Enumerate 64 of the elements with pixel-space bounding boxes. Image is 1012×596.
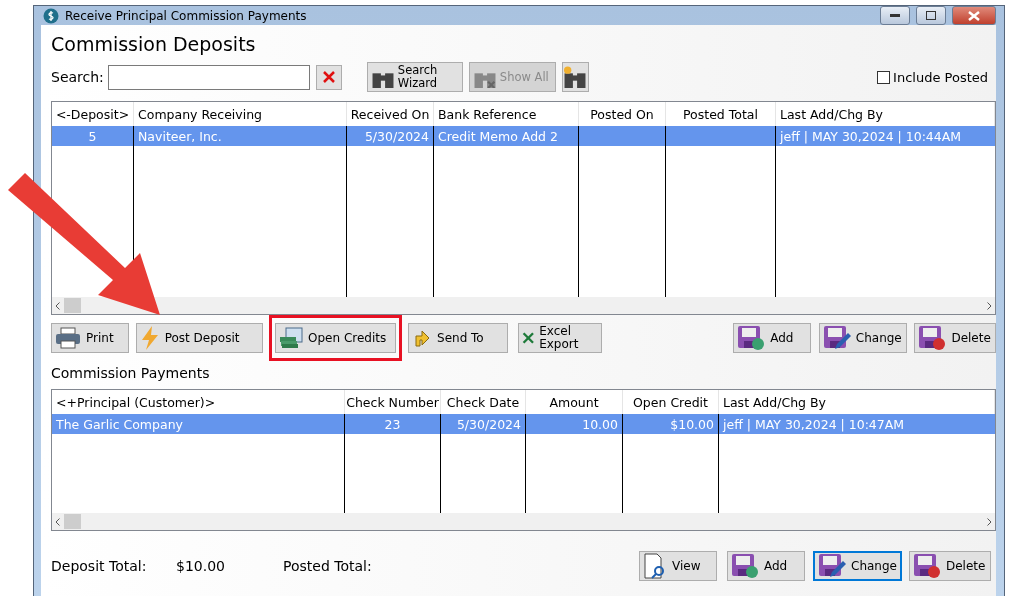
delete-button[interactable]: Delete [909, 551, 991, 581]
disk-delete-icon [913, 553, 941, 579]
checkbox-label: Include Posted [893, 69, 988, 85]
table-cell: 5/30/2024 [441, 414, 526, 434]
post-deposit-button[interactable]: Post Deposit [135, 323, 264, 353]
scroll-right-icon[interactable] [987, 517, 992, 526]
disk-pencil-icon [818, 553, 846, 579]
close-button[interactable] [952, 6, 996, 25]
table-cell: jeff | MAY 30,2024 | 10:44AM [776, 126, 995, 146]
change-button[interactable]: Change [813, 551, 902, 581]
add-button[interactable]: Add [733, 323, 811, 353]
table-cell: jeff | MAY 30,2024 | 10:47AM [719, 414, 995, 434]
close-icon [322, 71, 335, 83]
send-to-button[interactable]: Send To [408, 323, 508, 353]
minimize-button[interactable] [880, 6, 910, 25]
deposit-total-label: Deposit Total: [51, 558, 148, 574]
window-title: Receive Principal Commission Payments [65, 8, 308, 23]
binoculars-icon [563, 66, 586, 88]
disk-plus-icon [737, 325, 766, 351]
horizontal-scrollbar[interactable] [52, 513, 995, 530]
excel-export-button[interactable]: Excel Export [517, 323, 603, 353]
table-cell: The Garlic Company [52, 414, 345, 434]
deposit-total-value: $10.00 [176, 558, 226, 574]
print-button[interactable]: Print [51, 323, 129, 353]
dollar-coin-icon [43, 7, 59, 24]
scroll-thumb[interactable] [64, 298, 81, 313]
disk-pencil-icon [822, 325, 851, 351]
section-title: Commission Payments [51, 364, 211, 381]
close-icon [968, 10, 980, 21]
open-credits-button[interactable]: Open Credits [275, 323, 397, 353]
horizontal-scrollbar[interactable] [52, 297, 995, 314]
table-cell: Naviteer, Inc. [134, 126, 347, 146]
minimize-icon [890, 14, 900, 17]
view-button[interactable]: View [639, 551, 717, 581]
search-label: Search: [51, 69, 104, 85]
lightning-icon [139, 326, 160, 350]
section-title: Commission Deposits [51, 33, 257, 57]
maximize-button[interactable] [916, 6, 946, 25]
scroll-left-icon[interactable] [55, 517, 60, 526]
table-cell: 5/30/2024 [347, 126, 434, 146]
disk-plus-icon [731, 553, 759, 579]
table-cell: Credit Memo Add 2 [434, 126, 579, 146]
new-search-button[interactable] [561, 62, 589, 92]
include-posted-checkbox[interactable] [877, 70, 891, 84]
document-search-icon [643, 553, 667, 579]
table-cell: 5 [52, 126, 134, 146]
maximize-icon [926, 11, 936, 20]
table-cell: $10.00 [623, 414, 719, 434]
scroll-right-icon[interactable] [987, 301, 992, 310]
delete-button[interactable]: Delete [914, 323, 996, 353]
table-cell: 10.00 [526, 414, 623, 434]
add-button[interactable]: Add [727, 551, 805, 581]
scroll-left-icon[interactable] [55, 301, 60, 310]
table-cell: 23 [345, 414, 441, 434]
printer-icon [55, 327, 81, 349]
disk-delete-icon [918, 325, 947, 351]
change-button[interactable]: Change [818, 323, 908, 353]
search-field[interactable] [107, 64, 310, 90]
clear-button[interactable] [315, 64, 342, 90]
posted-total-label: Posted Total: [283, 558, 373, 574]
search-wizard-button[interactable]: Search Wizard [366, 62, 463, 92]
money-stack-icon [279, 327, 304, 349]
spreadsheet-icon [521, 330, 535, 346]
scroll-thumb[interactable] [64, 514, 81, 529]
